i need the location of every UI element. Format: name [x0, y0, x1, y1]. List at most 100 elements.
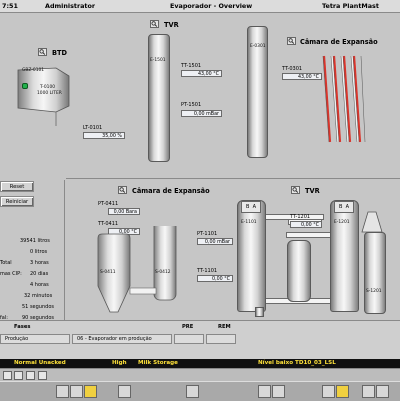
up-icon[interactable]	[322, 385, 335, 398]
magnifier-icon	[151, 21, 158, 27]
edit-icon[interactable]	[70, 385, 83, 398]
fases-label: Fases	[14, 324, 31, 330]
app-name: Tetra PlantMast	[322, 2, 379, 10]
forward-icon[interactable]	[272, 385, 285, 398]
btd-zoom-button[interactable]	[38, 48, 47, 56]
tvr-top-vessel-label: E-1501	[150, 58, 166, 63]
flash-bottom-title: Câmara de Expansão	[132, 187, 210, 195]
phase-value: 06 - Evaporador em produção	[72, 334, 172, 344]
production-stats: 39541 litros 0 litros Total 3 horas mas …	[0, 238, 62, 321]
section-a-label: A	[252, 204, 257, 210]
reiniciar-button[interactable]: Reiniciar	[0, 196, 34, 207]
tt-0301-value[interactable]: 43,00 °C	[282, 73, 322, 80]
flash-top-zoom-button[interactable]	[287, 37, 296, 45]
pt-1101-tag: PT-1101	[197, 231, 218, 237]
folder-icon[interactable]	[84, 385, 97, 398]
section-b-label: B	[245, 204, 250, 210]
btd-tank-volume: 1000 LITER	[37, 91, 62, 96]
tt-1501-value[interactable]: 43,00 °C	[181, 70, 222, 77]
screen-title: Evaporador - Overview	[170, 2, 253, 10]
s-1201-label: S-1201	[366, 289, 382, 294]
flash-top-title: Câmara de Expansão	[300, 38, 378, 46]
reset-button[interactable]: Reset	[0, 181, 34, 192]
alarm-message: Nível baixo TD10_03_LSL	[258, 360, 336, 366]
lt-0101-value[interactable]: 35,00 %	[83, 132, 125, 139]
user-name: Administrator	[45, 2, 96, 10]
section-a-label: A	[345, 204, 350, 210]
pt-1501-tag: PT-1501	[181, 102, 202, 108]
stat-value: 32 minutos	[24, 293, 53, 299]
stat-value: 0 litros	[30, 249, 48, 255]
magnifier-icon	[119, 187, 126, 193]
s-0411-label: S-0411	[100, 270, 116, 275]
document-icon[interactable]	[56, 385, 69, 398]
magnifier-icon	[288, 38, 295, 44]
e-1101-label: E-1101	[241, 220, 257, 225]
stat-value: 51 segundos	[22, 304, 54, 310]
settings-icon[interactable]	[118, 385, 131, 398]
pt-0411-value[interactable]: 0,00 Bara	[108, 208, 140, 215]
flash-heater-coils	[322, 55, 366, 143]
alarm-list-icon[interactable]	[3, 371, 12, 380]
navigation-toolbar	[0, 381, 400, 401]
separator-column	[287, 240, 311, 302]
flash-top-vessel-label: E-0301	[250, 44, 266, 49]
magnifier-icon	[39, 49, 46, 55]
btd-title: BTD	[52, 49, 67, 57]
alarm-priority: High	[112, 360, 127, 366]
clock: 7:51	[2, 2, 18, 10]
tt-1101-value[interactable]: 0,00 °C	[197, 275, 233, 282]
evaporator-1-vessel	[237, 200, 266, 312]
status-led	[22, 83, 28, 89]
tvr-top-zoom-button[interactable]	[150, 20, 159, 28]
alarm-area: Milk Storage	[138, 360, 178, 366]
system-bar	[0, 368, 400, 382]
btd-tank	[17, 67, 70, 126]
alarm-icon[interactable]	[336, 385, 349, 398]
tt-1501-tag: TT-1501	[181, 63, 202, 69]
pt-1101-value[interactable]: 0,00 mBar	[197, 238, 233, 245]
cursor-icon[interactable]	[26, 371, 35, 380]
pre-label: PRE	[182, 324, 194, 330]
flash-bottom-zoom-button[interactable]	[118, 186, 127, 194]
cyclone-top	[361, 211, 383, 233]
rem-label: REM	[218, 324, 231, 330]
evaporator-2-vessel	[330, 200, 359, 312]
pt-1501-value[interactable]: 0,00 mBar	[181, 110, 222, 117]
divider	[66, 178, 400, 179]
tvr-bottom-title: TVR	[305, 187, 320, 195]
stat-label: mas CIP:	[0, 271, 22, 277]
home-icon[interactable]	[186, 385, 199, 398]
alarm-bar[interactable]: Normal Unacked High Milk Storage Nível b…	[0, 359, 400, 368]
producao-tab[interactable]: Produção	[0, 334, 70, 344]
btd-tank-id: GBZ-0101	[22, 68, 45, 73]
window-icon[interactable]	[38, 371, 47, 380]
tt-1201-value[interactable]: 0,00 °C	[290, 221, 322, 228]
user-icon[interactable]	[376, 385, 389, 398]
pt-0411-tag: PT-0411	[98, 201, 119, 207]
stat-value: 4 horas	[30, 282, 49, 288]
printer-icon[interactable]	[14, 371, 23, 380]
phase-panel: Fases PRE REM Produção 06 - Evaporador e…	[0, 320, 400, 359]
e-1201-label: E-1201	[334, 220, 350, 225]
evaporator-2-sections: B A	[334, 201, 354, 213]
tvr-top-vessel	[148, 34, 170, 162]
btd-tank-label: T-0100	[40, 85, 56, 90]
lt-0101-tag: LT-0101	[83, 125, 103, 131]
stat-label: Total	[0, 260, 12, 266]
tvr-bottom-zoom-button[interactable]	[291, 186, 300, 194]
back-icon[interactable]	[258, 385, 271, 398]
magnifier-icon	[292, 187, 299, 193]
tvr-top-title: TVR	[164, 21, 179, 29]
divider	[64, 180, 65, 320]
help-icon[interactable]	[362, 385, 375, 398]
stat-value: 3 horas	[30, 260, 49, 266]
tt-1201-tag: TT-1201	[290, 214, 311, 220]
title-bar: 7:51 Administrator Evaporador - Overview…	[0, 0, 400, 13]
section-b-label: B	[338, 204, 343, 210]
stat-value: 20 dias	[30, 271, 49, 277]
evaporator-1-sections: B A	[241, 201, 261, 213]
tt-0301-tag: TT-0301	[282, 66, 303, 72]
separator-s-1201	[364, 232, 386, 314]
tt-1101-tag: TT-1101	[197, 268, 218, 274]
